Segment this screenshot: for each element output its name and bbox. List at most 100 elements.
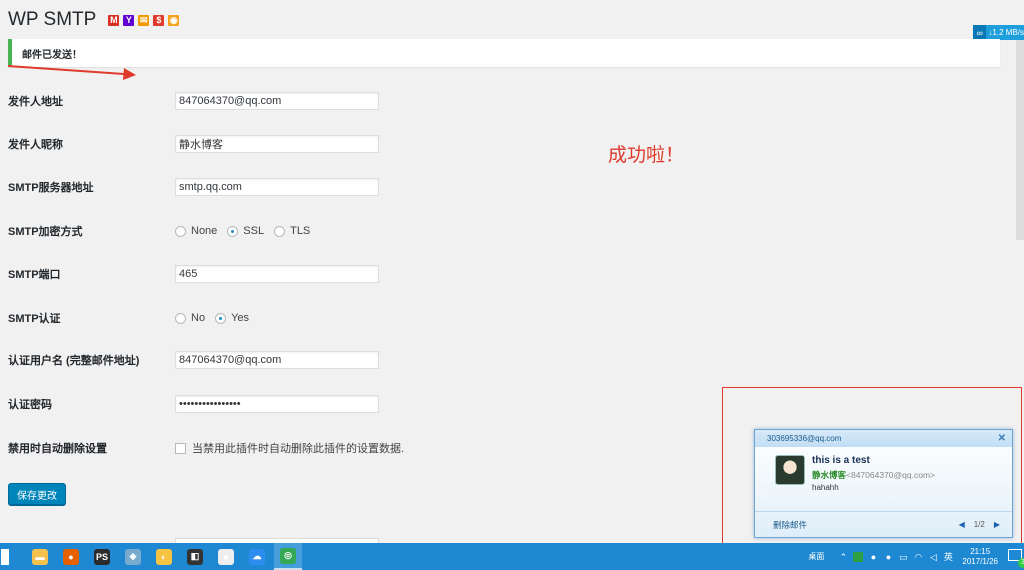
- taskbar-apps: ▬ ● PS ◈ ◐ ◧ ● ☁ ◎: [26, 543, 305, 570]
- qq-icon-2[interactable]: ●: [883, 552, 893, 562]
- page-indicator: 1/2: [973, 520, 985, 529]
- radio-none[interactable]: [175, 225, 186, 237]
- annotation-arrow: [7, 65, 136, 80]
- radio-yes[interactable]: [215, 312, 227, 324]
- next-arrow-icon[interactable]: ▶: [994, 520, 1000, 529]
- mail-sender-name: 静水博客: [812, 470, 847, 480]
- success-notice: 邮件已发送！: [8, 39, 1000, 67]
- scrollbar[interactable]: [1016, 40, 1024, 240]
- radio-no[interactable]: [175, 312, 186, 324]
- netease-icon[interactable]: $: [153, 14, 165, 26]
- taskbar-app-phpstorm[interactable]: PS: [88, 543, 116, 570]
- taskbar-app-baidu-cloud[interactable]: ☁: [243, 543, 271, 570]
- sublime-icon: ◧: [187, 548, 203, 565]
- success-annotation: 成功啦！: [608, 145, 685, 166]
- taskbar-app-file-explorer[interactable]: ▬: [26, 543, 54, 570]
- desktop-label[interactable]: 桌面: [808, 551, 824, 562]
- row-smtp-host: SMTP服务器地址 smtp.qq.com: [8, 177, 528, 197]
- mail-snippet: hahahh: [812, 483, 839, 492]
- popup-pagination: ◀ 1/2 ▶: [959, 520, 1000, 529]
- notification-center[interactable]: 3: [1008, 548, 1024, 568]
- file-explorer-icon: ▬: [32, 548, 48, 565]
- row-username: 认证用户名 (完整邮件地址) 847064370@qq.com: [8, 350, 528, 370]
- mail-subject[interactable]: this is a test: [812, 455, 870, 466]
- popup-account: 303695336@qq.com: [767, 434, 842, 443]
- prev-arrow-icon[interactable]: ◀: [959, 520, 965, 529]
- row-encryption: SMTP加密方式 None SSL TLS: [8, 221, 528, 241]
- row-port: SMTP端口 465: [8, 264, 528, 284]
- row-auto-delete: 禁用时自动删除设置 当禁用此插件时自动删除此插件的设置数据.: [8, 438, 568, 458]
- taskbar-app-ghost[interactable]: ●: [212, 543, 240, 570]
- delete-mail-link[interactable]: 删除邮件: [773, 519, 807, 531]
- app-icon: ◈: [125, 548, 141, 565]
- brand-icons: M Y ✉ $ ◉: [108, 14, 180, 26]
- gmail-icon[interactable]: M: [108, 14, 120, 26]
- popup-footer: 删除邮件 ◀ 1/2 ▶: [755, 511, 1012, 537]
- encryption-label: SMTP加密方式: [8, 226, 83, 238]
- windows-icon: [1, 548, 9, 565]
- qq-icon[interactable]: ●: [868, 552, 878, 562]
- tray-app-icon[interactable]: [853, 551, 864, 562]
- taskbar-app-firefox[interactable]: ●: [57, 543, 85, 570]
- wifi-icon[interactable]: ◠: [913, 552, 923, 562]
- username-input[interactable]: 847064370@qq.com: [175, 351, 379, 369]
- sender-name-input[interactable]: 静水博客: [175, 135, 379, 153]
- mail-icon[interactable]: ✉: [138, 14, 150, 26]
- taskbar-app-sublime[interactable]: ◧: [181, 543, 209, 570]
- taskbar-app-python[interactable]: ◐: [150, 543, 178, 570]
- clock-date: 2017/1/26: [962, 556, 998, 566]
- close-icon[interactable]: ✕: [998, 433, 1006, 444]
- auth-option-yes[interactable]: Yes: [215, 312, 249, 324]
- encryption-option-ssl[interactable]: SSL: [227, 225, 264, 237]
- sina-icon[interactable]: ◉: [168, 14, 180, 26]
- chevron-up-icon[interactable]: ⌃: [838, 552, 848, 562]
- port-input[interactable]: 465: [175, 265, 379, 283]
- radio-no-label: No: [191, 312, 206, 324]
- auto-delete-label: 禁用时自动删除设置: [8, 443, 107, 455]
- phpstorm-icon: PS: [94, 548, 110, 565]
- auth-option-no[interactable]: No: [175, 312, 205, 324]
- password-input[interactable]: ••••••••••••••••: [175, 395, 379, 413]
- radio-tls[interactable]: [274, 225, 286, 237]
- network-speed-widget[interactable]: ∞ ↓1.2 MB/s: [973, 25, 1024, 40]
- yahoo-icon[interactable]: Y: [123, 14, 135, 26]
- encryption-option-tls[interactable]: TLS: [274, 225, 310, 237]
- password-label: 认证密码: [8, 399, 52, 411]
- sender-address-input[interactable]: 847064370@qq.com: [175, 92, 379, 110]
- save-button[interactable]: 保存更改: [8, 483, 66, 505]
- page-header: WP SMTP M Y ✉ $ ◉: [8, 9, 180, 31]
- auto-delete-text: 当禁用此插件时自动删除此插件的设置数据.: [192, 443, 405, 455]
- row-auth: SMTP认证 No Yes: [8, 308, 528, 328]
- ime-indicator[interactable]: 英: [943, 552, 953, 562]
- taskbar-app-app[interactable]: ◈: [119, 543, 147, 570]
- popup-body[interactable]: this is a test 静水博客<847064370@qq.com> ha…: [755, 447, 1012, 512]
- port-label: SMTP端口: [8, 269, 61, 281]
- smtp-host-label: SMTP服务器地址: [8, 182, 94, 194]
- chrome-icon: ◎: [280, 547, 296, 564]
- volume-icon[interactable]: ◁: [928, 552, 938, 562]
- network-widget-icon: ∞: [973, 25, 987, 40]
- clock[interactable]: 21:15 2017/1/26: [962, 547, 998, 567]
- row-sender-name: 发件人昵称 静水博客: [8, 134, 528, 154]
- sender-address-label: 发件人地址: [8, 96, 63, 108]
- encryption-option-none[interactable]: None: [175, 225, 217, 237]
- firefox-icon: ●: [63, 548, 79, 565]
- system-tray: 桌面 ⌃ ● ● ▭ ◠ ◁ 英 21:15 2017/1/26 3: [808, 543, 1024, 570]
- keyboard-icon[interactable]: ▭: [898, 552, 908, 562]
- radio-ssl-label: SSL: [243, 225, 265, 237]
- popup-header: 303695336@qq.com ✕: [755, 430, 1012, 447]
- auto-delete-checkbox[interactable]: [175, 442, 186, 454]
- taskbar: ▬ ● PS ◈ ◐ ◧ ● ☁ ◎ 桌面 ⌃ ● ● ▭ ◠ ◁ 英 21:15 2017/1…: [0, 543, 1024, 570]
- smtp-host-input[interactable]: smtp.qq.com: [175, 178, 379, 196]
- baidu-cloud-icon: ☁: [249, 548, 265, 565]
- mail-sender: 静水博客<847064370@qq.com>: [812, 469, 935, 481]
- avatar: [775, 455, 805, 485]
- ghost-icon: ●: [218, 548, 234, 565]
- start-button[interactable]: [0, 543, 10, 570]
- mail-notification-popup[interactable]: 303695336@qq.com ✕ this is a test 静水博客<8…: [754, 429, 1013, 538]
- radio-ssl[interactable]: [227, 225, 239, 237]
- radio-none-label: None: [191, 225, 218, 237]
- row-sender-address: 发件人地址 847064370@qq.com: [8, 91, 528, 111]
- username-label: 认证用户名 (完整邮件地址): [8, 355, 140, 367]
- taskbar-app-chrome[interactable]: ◎: [274, 543, 302, 570]
